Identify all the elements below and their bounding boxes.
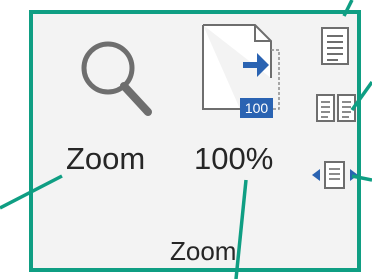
one-page-button[interactable] — [318, 20, 358, 72]
page-width-icon — [312, 161, 358, 189]
hundred-percent-label: 100% — [194, 141, 274, 176]
one-page-icon — [321, 27, 349, 65]
multiple-pages-button[interactable] — [312, 87, 362, 129]
zoom-group-title: Zoom — [170, 236, 237, 266]
zoom-button[interactable]: Zoom — [62, 30, 170, 180]
magnifier-icon — [81, 41, 152, 116]
hundred-percent-badge: 100 — [240, 98, 273, 118]
zoom-ribbon-screenshot: Zoom 100 100% Zoom — [0, 0, 372, 279]
multiple-pages-icon — [316, 94, 356, 122]
page-width-button[interactable] — [308, 156, 362, 196]
zoom-button-label: Zoom — [66, 141, 146, 176]
